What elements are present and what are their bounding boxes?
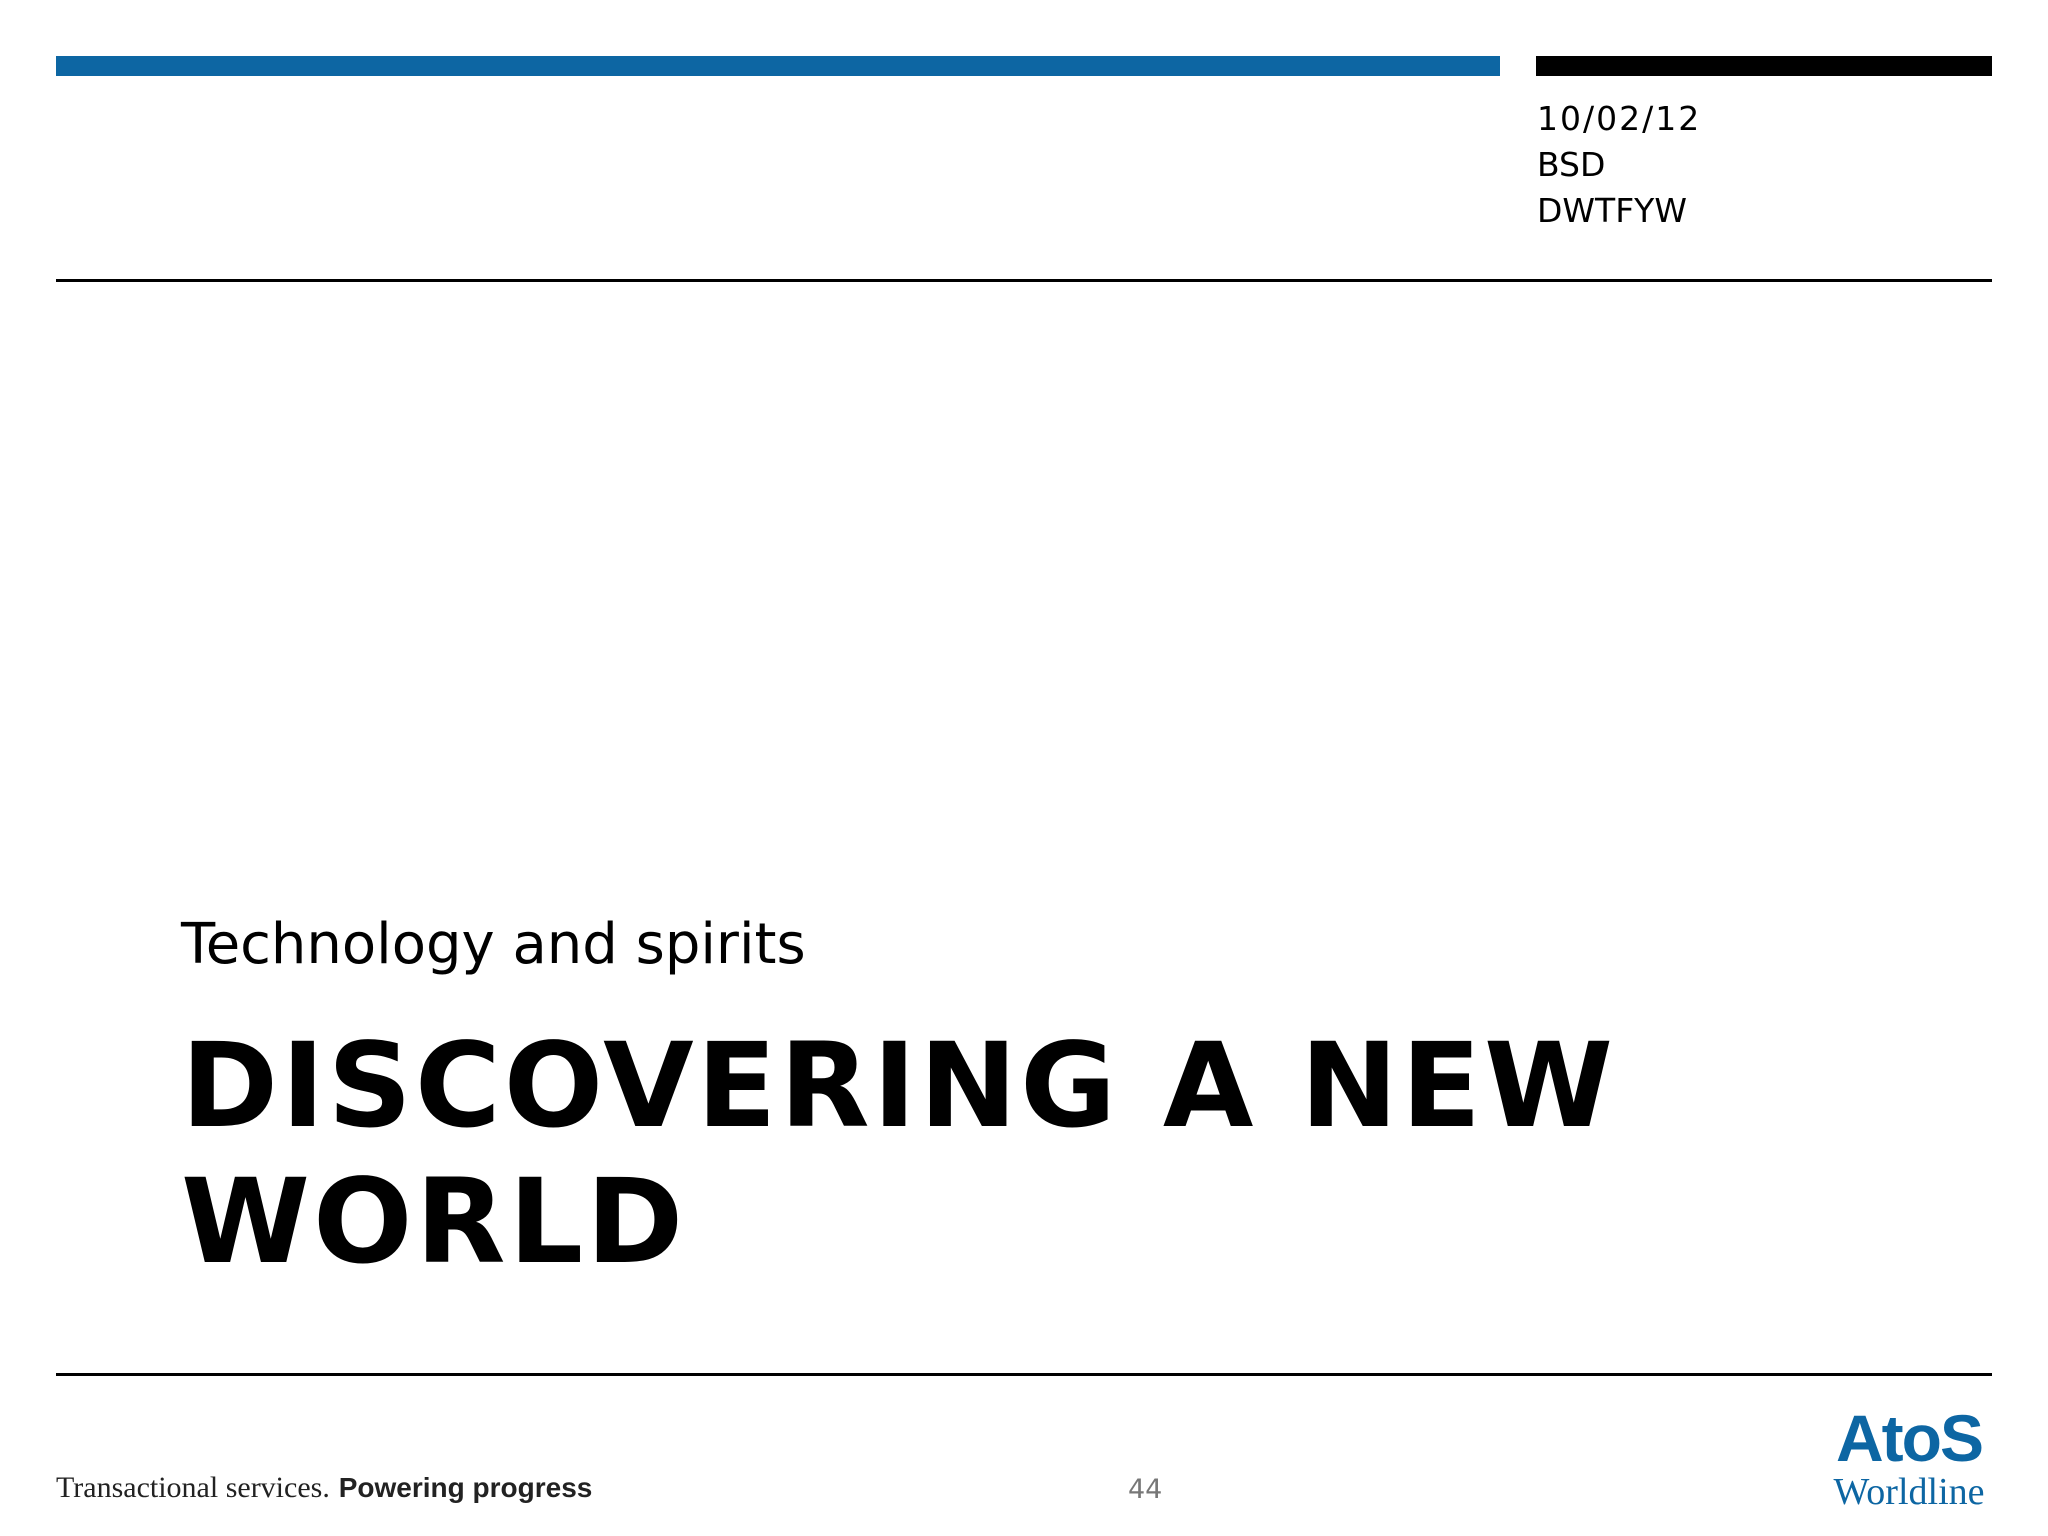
- meta-line-bsd: BSD: [1537, 145, 1606, 184]
- accent-bar-black: [1536, 56, 1992, 76]
- page-number: 44: [1128, 1474, 1163, 1505]
- slide-date: 10/02/12: [1537, 99, 1702, 138]
- tagline-light: Transactional services.: [56, 1471, 330, 1504]
- slide-title: DISCOVERING A NEW WORLD: [181, 1017, 1617, 1290]
- slide-meta: 10/02/12 BSD DWTFYW: [1537, 96, 1701, 234]
- meta-line-dwtfyw: DWTFYW: [1537, 191, 1687, 230]
- footer-tagline: Transactional services. Powering progres…: [56, 1470, 592, 1506]
- divider-top: [56, 279, 1992, 282]
- accent-bar-blue: [56, 56, 1500, 76]
- tagline-strong: Powering progress: [338, 1472, 593, 1503]
- logo-wordmark-worldline: Worldline: [1833, 1471, 1985, 1513]
- atos-worldline-logo: AtoS Worldline: [1820, 1404, 1998, 1512]
- divider-bottom: [56, 1373, 1992, 1376]
- logo-wordmark-atos: AtoS: [1836, 1401, 1984, 1475]
- slide-subtitle: Technology and spirits: [181, 912, 806, 977]
